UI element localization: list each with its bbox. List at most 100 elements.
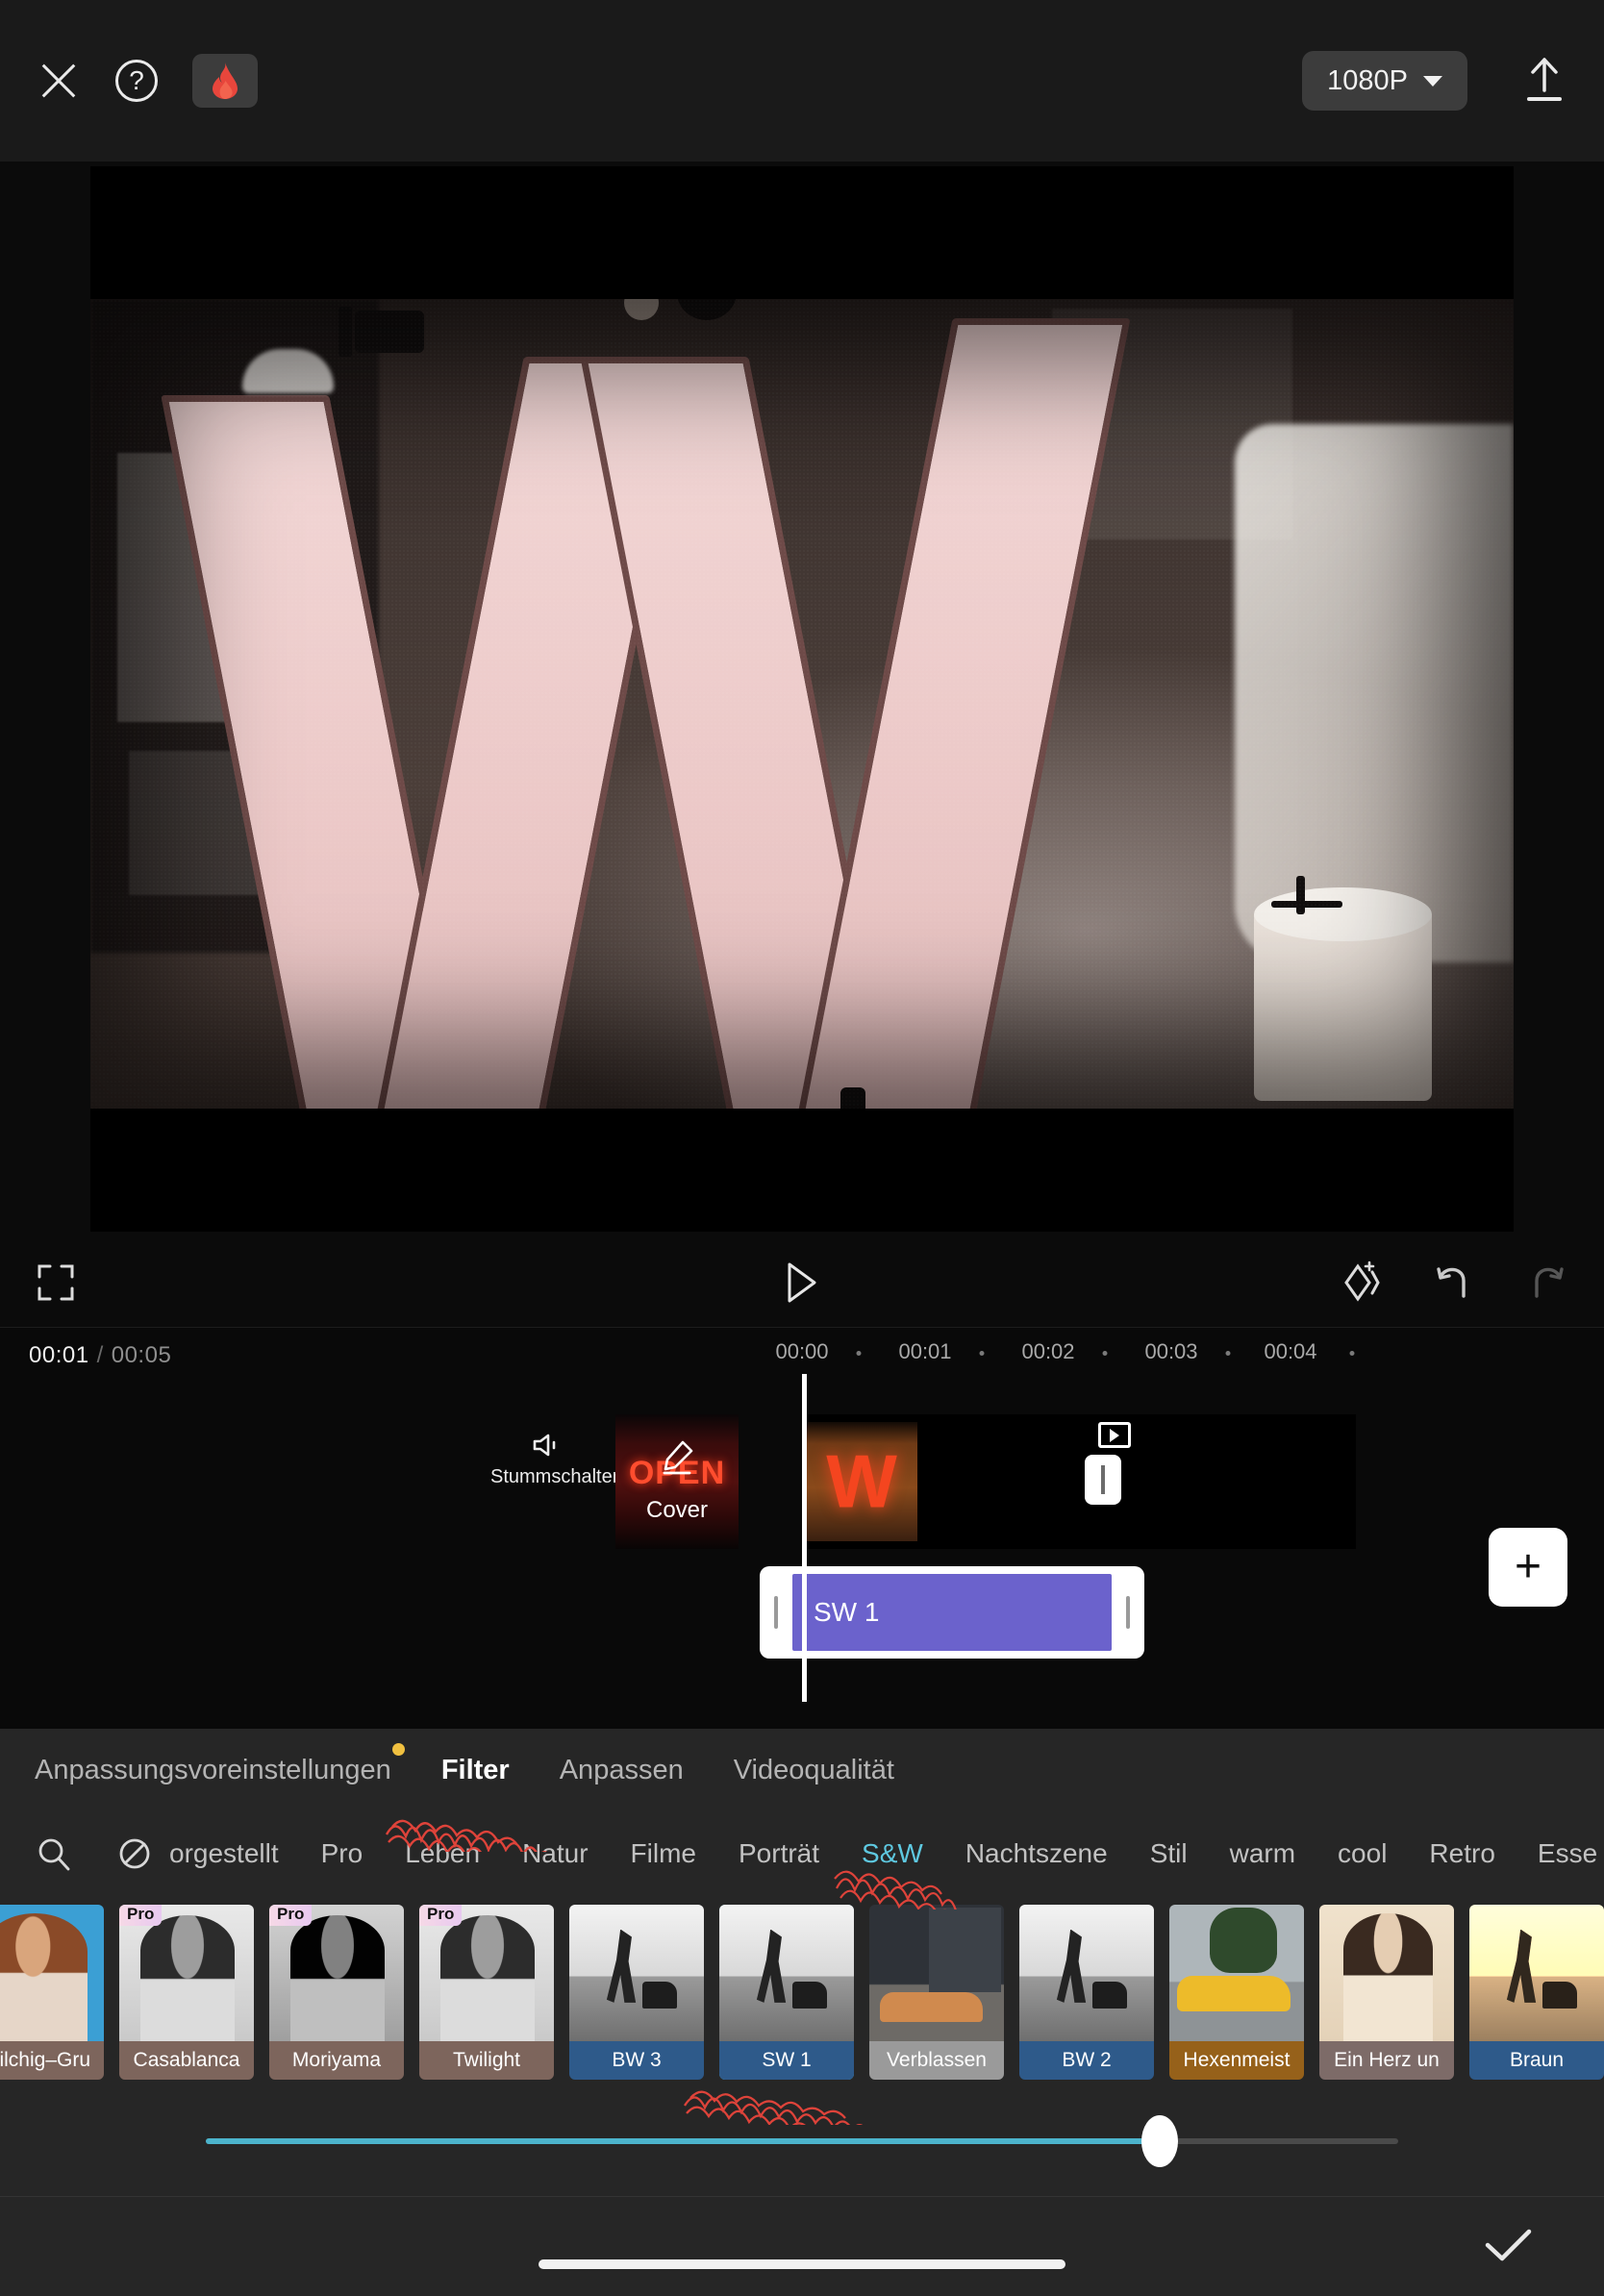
filter-item-bw-2[interactable]: BW 2: [1019, 1905, 1154, 2080]
play-icon: [788, 1262, 816, 1303]
export-upload-icon: [1527, 58, 1562, 101]
add-keyframe-icon: [1344, 1260, 1380, 1302]
cover-label: Cover: [645, 1497, 709, 1523]
filter-thumbnail-row[interactable]: Milchig–Gru Pro Casablanca Pro Moriyama …: [0, 1896, 1604, 2088]
fullscreen-button[interactable]: [37, 1263, 75, 1302]
intensity-slider[interactable]: [206, 2115, 1398, 2167]
filter-name: Moriyama: [269, 2041, 404, 2080]
export-button[interactable]: [1521, 56, 1567, 106]
redo-icon: [1535, 1267, 1564, 1298]
filter-clip-right-handle[interactable]: [1112, 1566, 1144, 1659]
slider-fill: [206, 2138, 1160, 2144]
mute-label: Stummschalten: [490, 1466, 623, 1487]
add-keyframe-button[interactable]: [1341, 1260, 1383, 1305]
category-vorgestellt[interactable]: orgestellt: [169, 1838, 279, 1869]
filter-item-ein-herz-und[interactable]: Ein Herz un: [1319, 1905, 1454, 2080]
category-retro[interactable]: Retro: [1429, 1838, 1494, 1869]
close-icon: [37, 59, 81, 103]
top-bar-left-group: ?: [37, 54, 258, 108]
category-warm[interactable]: warm: [1230, 1838, 1295, 1869]
flame-button[interactable]: [192, 54, 258, 108]
filter-item-bw-3[interactable]: BW 3: [569, 1905, 704, 2080]
filter-item-moriyama[interactable]: Pro Moriyama: [269, 1905, 404, 2080]
intensity-slider-row: [0, 2088, 1604, 2196]
pencil-edit-icon: [663, 1440, 693, 1475]
category-leben[interactable]: Leben: [405, 1838, 480, 1869]
ruler-tick: 00:00: [775, 1339, 829, 1363]
tab-anpassen[interactable]: Anpassen: [560, 1755, 684, 1786]
category-nachtszene[interactable]: Nachtszene: [965, 1838, 1108, 1869]
play-button[interactable]: [782, 1260, 822, 1305]
timeline-ruler: 00:00 00:01 00:02 00:03 00:04: [0, 1339, 1604, 1374]
filter-item-milchig-gru[interactable]: Milchig–Gru: [0, 1905, 104, 2080]
top-bar: ? 1080P: [0, 0, 1604, 162]
cover-thumbnail[interactable]: OPEN Cover: [615, 1414, 739, 1549]
panel-tabs: Anpassungsvoreinstellungen Filter Anpass…: [0, 1729, 1604, 1811]
ruler-tick: 00:03: [1144, 1339, 1198, 1363]
filter-name: SW 1: [719, 2041, 854, 2080]
filter-item-sw-1[interactable]: SW 1: [719, 1905, 854, 2080]
filter-name: Ein Herz un: [1319, 2041, 1454, 2080]
video-clip-icon: [1098, 1422, 1131, 1448]
filter-item-verblassen[interactable]: Verblassen: [869, 1905, 1004, 2080]
filter-clip[interactable]: SW 1: [760, 1566, 1144, 1659]
redo-button[interactable]: [1525, 1261, 1567, 1304]
player-controls: [0, 1238, 1604, 1327]
help-button[interactable]: ?: [115, 60, 158, 102]
tab-badge-dot: [391, 1742, 405, 1756]
filter-panel: Anpassungsvoreinstellungen Filter Anpass…: [0, 1729, 1604, 2296]
category-filme[interactable]: Filme: [631, 1838, 696, 1869]
slider-knob[interactable]: [1141, 2115, 1178, 2167]
category-pro[interactable]: Pro: [321, 1838, 363, 1869]
category-stil[interactable]: Stil: [1150, 1838, 1188, 1869]
playhead[interactable]: [802, 1374, 807, 1702]
category-cool[interactable]: cool: [1338, 1838, 1387, 1869]
filter-name: Twilight: [419, 2041, 554, 2080]
category-sw[interactable]: S&W: [862, 1838, 923, 1869]
no-filter-button[interactable]: [115, 1834, 154, 1873]
filter-preview-image: [0, 1905, 104, 2041]
tab-videoqualitaet[interactable]: Videoqualität: [734, 1755, 894, 1786]
filter-item-hexenmeister[interactable]: Hexenmeist: [1169, 1905, 1304, 2080]
add-clip-button[interactable]: +: [1489, 1528, 1567, 1607]
tab-label: Anpassungsvoreinstellungen: [35, 1754, 391, 1785]
search-button[interactable]: [35, 1834, 73, 1873]
clip-thumbnail: W: [806, 1422, 917, 1541]
confirm-button[interactable]: [1483, 2226, 1535, 2269]
filter-name: Casablanca: [119, 2041, 254, 2080]
search-icon: [38, 1838, 70, 1871]
category-natur[interactable]: Natur: [522, 1838, 588, 1869]
tab-filter[interactable]: Filter: [441, 1755, 510, 1786]
filter-item-twilight[interactable]: Pro Twilight: [419, 1905, 554, 2080]
tab-anpassungsvoreinstellungen[interactable]: Anpassungsvoreinstellungen: [35, 1742, 405, 1786]
filter-clip-left-handle[interactable]: [760, 1566, 792, 1659]
filter-item-casablanca[interactable]: Pro Casablanca: [119, 1905, 254, 2080]
timeline[interactable]: 00:01/00:05 00:00 00:01 00:02 00:03 00:0…: [0, 1327, 1604, 1729]
resolution-dropdown[interactable]: 1080P: [1302, 51, 1467, 111]
flame-icon: [213, 62, 238, 99]
clip-trim-handle[interactable]: [1085, 1455, 1121, 1505]
category-essen[interactable]: Esse: [1538, 1838, 1597, 1869]
filter-preview-image: [1019, 1905, 1154, 2041]
resolution-label: 1080P: [1327, 64, 1408, 96]
video-clip[interactable]: W: [806, 1414, 1356, 1549]
confirm-row: [0, 2196, 1604, 2296]
undo-button[interactable]: [1433, 1261, 1475, 1304]
filter-preview-image: [869, 1905, 1004, 2041]
filter-preview-image: [1169, 1905, 1304, 2041]
close-button[interactable]: [37, 59, 81, 103]
filter-clip-label: SW 1: [792, 1574, 1112, 1651]
filter-preview-image: [1469, 1905, 1604, 2041]
category-portraet[interactable]: Porträt: [739, 1838, 819, 1869]
category-row[interactable]: orgestellt Pro Leben Natur Filme Porträt…: [0, 1811, 1604, 1896]
speaker-mute-icon: [490, 1432, 604, 1459]
filter-item-braun[interactable]: Braun: [1469, 1905, 1604, 2080]
mute-control[interactable]: Stummschalten: [490, 1432, 623, 1488]
video-preview[interactable]: [90, 166, 1514, 1232]
filter-name: BW 2: [1019, 2041, 1154, 2080]
check-icon: [1485, 2229, 1532, 2261]
fullscreen-expand-icon: [38, 1264, 74, 1301]
filter-name: BW 3: [569, 2041, 704, 2080]
filter-name: Hexenmeist: [1169, 2041, 1304, 2080]
tab-label: Filter: [440, 1754, 510, 1785]
